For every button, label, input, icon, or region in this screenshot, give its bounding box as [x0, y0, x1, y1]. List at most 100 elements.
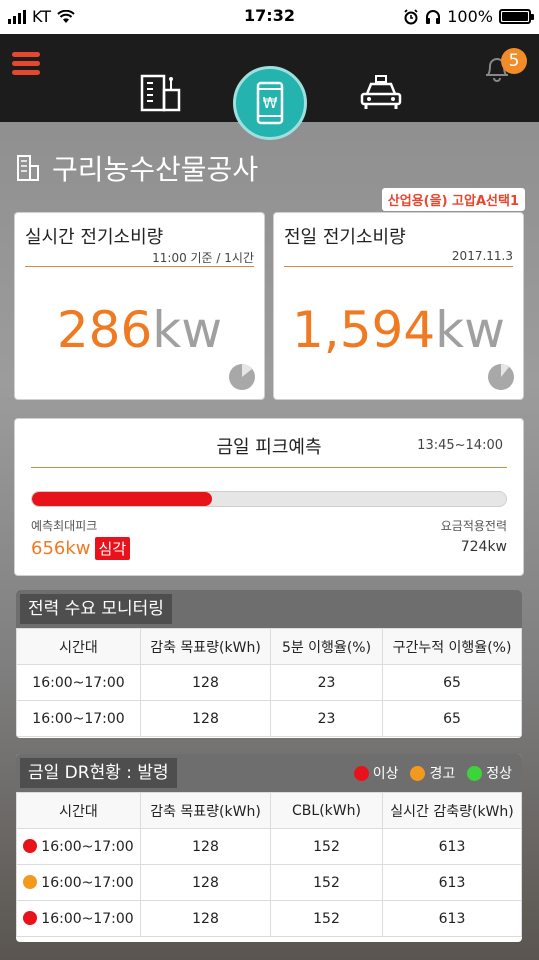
column-header: 시간대 — [16, 792, 141, 829]
car-tab-icon[interactable] — [359, 74, 403, 112]
table-cell: 65 — [382, 664, 522, 701]
panel-header: 금일 DR현황 : 발령 이상 경고 정상 — [16, 754, 522, 792]
table-cell: 152 — [270, 900, 383, 937]
column-header: 감축 목표량(kWh) — [140, 792, 271, 829]
headphones-icon — [426, 9, 441, 24]
divider — [284, 266, 513, 267]
consumption-value: 286kw — [15, 301, 264, 359]
status-bar: KT 17:32 100% — [0, 0, 539, 34]
nav-bar: ₩ 5 — [0, 34, 539, 140]
status-dot-icon — [23, 910, 38, 925]
column-header: 구간누적 이행율(%) — [382, 628, 522, 665]
column-header: CBL(kWh) — [270, 792, 383, 829]
column-header: 5분 이행율(%) — [270, 628, 383, 665]
notification-badge[interactable]: 5 — [501, 48, 527, 74]
table-cell: 23 — [270, 700, 383, 737]
hamburger-menu-icon[interactable] — [12, 52, 40, 76]
table-cell: 16:00~17:00 — [16, 900, 141, 937]
peak-progress-fill — [32, 492, 213, 506]
time-slot: 16:00~17:00 — [41, 838, 134, 855]
demand-monitoring-panel: 전력 수요 모니터링 시간대 감축 목표량(kWh) 5분 이행율(%) 구간누… — [16, 590, 522, 738]
page-title: 구리농수산물공사 — [52, 153, 259, 186]
panel-header: 전력 수요 모니터링 — [16, 590, 522, 628]
legend-item-abnormal: 이상 — [353, 763, 399, 783]
table-row[interactable]: 16:00~17:00 128 23 65 — [16, 700, 522, 737]
divider — [31, 467, 507, 468]
monitoring-table: 시간대 감축 목표량(kWh) 5분 이행율(%) 구간누적 이행율(%) 16… — [16, 628, 522, 737]
building-tab-icon[interactable] — [140, 74, 182, 112]
table-cell: 152 — [270, 864, 383, 901]
panel-title: 전력 수요 모니터링 — [20, 594, 172, 624]
realtime-consumption-card[interactable]: 실시간 전기소비량 11:00 기준 / 1시간 286kw — [14, 212, 265, 400]
table-cell: 16:00~17:00 — [16, 864, 141, 901]
table-cell: 65 — [382, 700, 522, 737]
status-right: 100% — [403, 7, 534, 26]
panel-title: 금일 DR현황 : 발령 — [20, 758, 177, 788]
table-row[interactable]: 16:00~17:00 128 152 613 — [16, 828, 522, 865]
table-cell: 128 — [140, 700, 271, 737]
rate-plan-badge: 산업용(을) 고압A선택1 — [381, 188, 525, 211]
legend-label: 정상 — [486, 766, 512, 782]
time-slot: 16:00~17:00 — [41, 910, 134, 927]
won-phone-icon: ₩ — [256, 81, 284, 125]
legend-item-warning: 경고 — [410, 763, 455, 783]
table-cell: 152 — [270, 828, 383, 865]
column-header: 실시간 감축량(kWh) — [382, 792, 522, 829]
value-number: 286 — [56, 301, 153, 359]
peak-time-range: 13:45~14:00 — [417, 438, 503, 453]
battery-icon — [499, 9, 534, 24]
table-row[interactable]: 16:00~17:00 128 152 613 — [16, 864, 522, 901]
table-header-row: 시간대 감축 목표량(kWh) 5분 이행율(%) 구간누적 이행율(%) — [16, 628, 522, 665]
time-slot: 16:00~17:00 — [41, 874, 134, 891]
status-dot-icon — [23, 874, 38, 889]
dr-table: 시간대 감축 목표량(kWh) CBL(kWh) 실시간 감축량(kWh) 16… — [16, 792, 522, 937]
table-row[interactable]: 16:00~17:00 128 152 613 — [16, 900, 522, 937]
status-dot-icon — [23, 838, 38, 853]
predicted-peak: 656kw 심각 — [31, 537, 131, 560]
table-row[interactable]: 16:00~17:00 128 23 65 — [16, 664, 522, 701]
card-title: 전일 전기소비량 — [284, 227, 406, 248]
table-header-row: 시간대 감축 목표량(kWh) CBL(kWh) 실시간 감축량(kWh) — [16, 792, 522, 829]
meter-tab[interactable]: ₩ — [233, 66, 307, 140]
legend-label: 이상 — [372, 766, 399, 782]
status-dot-icon — [353, 765, 369, 781]
pie-chart-icon[interactable] — [228, 363, 256, 391]
table-cell: 613 — [382, 900, 522, 937]
divider — [25, 266, 254, 267]
building-icon — [17, 155, 39, 181]
value-unit: kw — [435, 301, 505, 359]
card-title: 실시간 전기소비량 — [25, 227, 164, 248]
table-cell: 613 — [382, 828, 522, 865]
svg-text:₩: ₩ — [263, 94, 278, 112]
billing-power-label: 요금적용전력 — [440, 519, 507, 533]
table-cell: 128 — [140, 900, 271, 937]
table-cell: 128 — [140, 664, 271, 701]
dr-status-panel: 금일 DR현황 : 발령 이상 경고 정상 시간대 감축 목표량(kWh) CB… — [16, 754, 522, 942]
legend-label: 경고 — [429, 766, 456, 782]
previous-day-consumption-card[interactable]: 전일 전기소비량 2017.11.3 1,594kw — [273, 212, 524, 400]
battery-percent: 100% — [447, 7, 493, 26]
peak-forecast-card[interactable]: 금일 피크예측 13:45~14:00 예측최대피크 요금적용전력 656kw … — [14, 418, 524, 576]
status-dot-icon — [410, 765, 426, 781]
pie-chart-icon[interactable] — [487, 363, 515, 391]
table-cell: 16:00~17:00 — [16, 664, 141, 701]
column-header: 시간대 — [16, 628, 141, 665]
table-cell: 16:00~17:00 — [16, 700, 141, 737]
card-subtitle: 11:00 기준 / 1시간 — [152, 251, 254, 265]
card-subtitle: 2017.11.3 — [451, 249, 513, 263]
billing-power-value: 724kw — [460, 539, 507, 555]
alarm-clock-icon — [404, 8, 418, 24]
table-cell: 613 — [382, 864, 522, 901]
value-unit: kw — [152, 301, 223, 359]
column-header: 감축 목표량(kWh) — [140, 628, 271, 665]
table-cell: 23 — [270, 664, 383, 701]
table-cell: 128 — [140, 864, 271, 901]
table-cell: 16:00~17:00 — [16, 828, 141, 865]
peak-progress-bar — [31, 491, 507, 507]
status-dot-icon — [467, 765, 483, 781]
status-legend: 이상 경고 정상 — [348, 763, 512, 783]
table-cell: 128 — [140, 828, 271, 865]
consumption-value: 1,594kw — [274, 301, 523, 359]
title-row: 구리농수산물공사 — [16, 148, 258, 188]
severity-badge: 심각 — [94, 537, 131, 560]
